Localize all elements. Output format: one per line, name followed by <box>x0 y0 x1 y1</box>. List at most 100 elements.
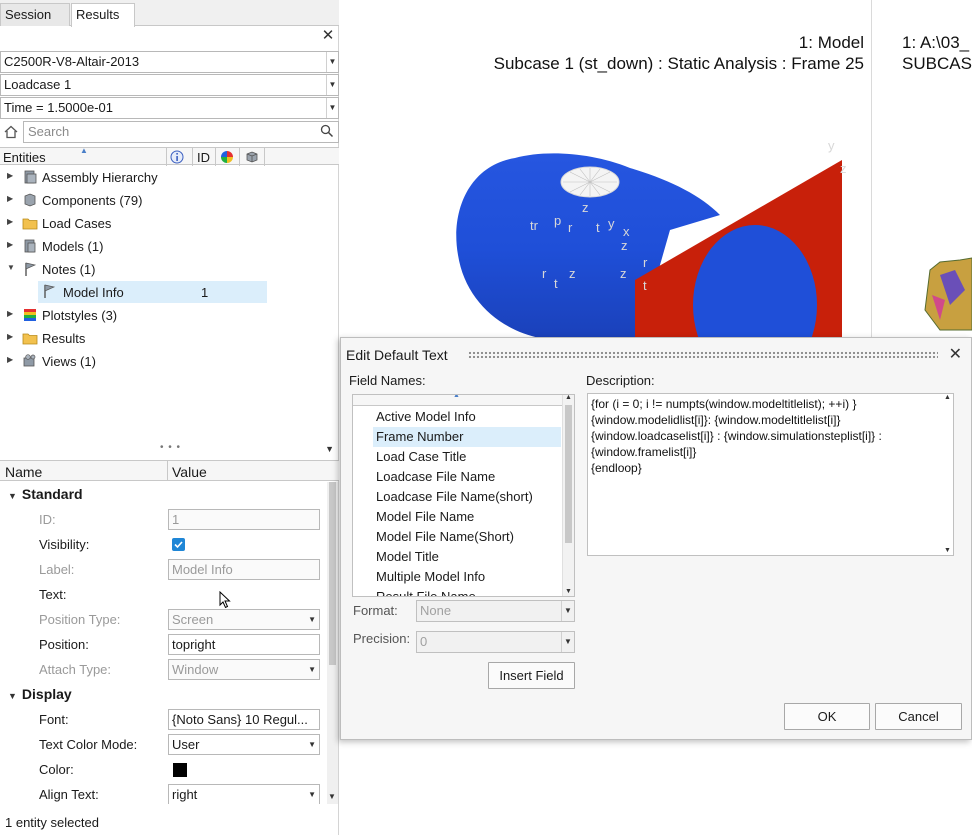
expand-icon[interactable]: ▶ <box>7 240 13 249</box>
list-item[interactable]: Load Case Title <box>375 447 563 467</box>
expand-icon[interactable]: ▶ <box>7 332 13 341</box>
id-column-header[interactable]: ID <box>197 150 210 165</box>
scroll-down-icon[interactable]: ▼ <box>565 588 572 595</box>
chevron-down-icon[interactable]: ▼ <box>326 98 338 118</box>
tree-item-load-cases[interactable]: ▶ Load Cases <box>0 212 339 235</box>
list-item[interactable]: Result File Name <box>375 587 563 596</box>
position-field[interactable]: topright <box>168 634 320 655</box>
property-scrollbar[interactable]: ▼ <box>327 482 338 804</box>
info-icon[interactable] <box>170 150 185 164</box>
list-item-selected[interactable]: Frame Number <box>373 427 561 447</box>
panel-splitter[interactable]: • • • <box>160 442 181 453</box>
tree-item-plotstyles[interactable]: ▶ Plotstyles (3) <box>0 304 339 327</box>
list-item[interactable]: Loadcase File Name(short) <box>375 487 563 507</box>
sort-ascending-icon: ▲ <box>80 146 88 155</box>
tree-item-assembly-hierarchy[interactable]: ▶ Assembly Hierarchy <box>0 166 339 189</box>
prop-position-type: Position Type: Screen ▼ <box>0 607 325 632</box>
collapse-icon[interactable]: ▼ <box>8 691 17 701</box>
triad-label: t <box>596 220 600 235</box>
cancel-button[interactable]: Cancel <box>875 703 962 730</box>
collapse-icon[interactable]: ▼ <box>7 263 15 272</box>
color-swatch[interactable] <box>173 763 187 777</box>
view-camera-icon <box>23 354 36 367</box>
scroll-up-icon[interactable]: ▲ <box>565 395 572 401</box>
column-divider <box>239 148 240 166</box>
assembly-icon <box>24 170 37 184</box>
loadcase-select-value: Loadcase 1 <box>4 77 72 92</box>
dialog-drag-handle[interactable] <box>468 351 938 358</box>
list-scrollbar[interactable]: ▲ ▼ <box>562 395 574 596</box>
tree-item-views[interactable]: ▶ Views (1) <box>0 350 339 373</box>
list-item[interactable]: Model Title <box>375 547 563 567</box>
color-wheel-icon[interactable] <box>220 150 234 164</box>
triad-label: r <box>643 255 648 270</box>
list-item[interactable]: Active Model Info <box>375 407 563 427</box>
section-display[interactable]: ▼ Display <box>0 682 325 707</box>
visibility-checkbox[interactable] <box>172 538 185 551</box>
chevron-down-icon[interactable]: ▼ <box>326 52 338 72</box>
triad-label: y <box>828 138 835 153</box>
scroll-down-icon[interactable]: ▼ <box>944 547 951 554</box>
home-icon[interactable] <box>3 124 19 140</box>
component-icon <box>24 193 36 207</box>
tree-item-label: Assembly Hierarchy <box>42 170 158 185</box>
tab-results[interactable]: Results <box>71 3 135 27</box>
scrollbar-thumb[interactable] <box>565 405 572 543</box>
list-item[interactable]: Loadcase File Name <box>375 467 563 487</box>
triad-label: z <box>620 266 627 281</box>
prop-label: Color: <box>39 762 74 777</box>
close-icon[interactable]: ✕ <box>321 28 335 44</box>
expand-icon[interactable]: ▶ <box>7 171 13 180</box>
tree-item-notes[interactable]: ▼ Notes (1) <box>0 258 339 281</box>
search-icon[interactable] <box>320 124 334 138</box>
expand-icon[interactable]: ▶ <box>7 194 13 203</box>
section-standard[interactable]: ▼ Standard <box>0 482 325 507</box>
close-icon[interactable]: ✕ <box>949 344 962 364</box>
precision-value: 0 <box>420 634 428 649</box>
tree-item-model-info[interactable]: Model Info 1 <box>38 281 267 303</box>
tab-session[interactable]: Session <box>0 3 70 26</box>
cube-icon[interactable] <box>245 150 259 164</box>
time-select[interactable]: Time = 1.5000e-01 ▼ <box>0 97 339 119</box>
description-textarea[interactable]: {for (i = 0; i != numpts(window.modeltit… <box>587 393 954 556</box>
list-item[interactable]: Multiple Model Info <box>375 567 563 587</box>
prop-label: Label: <box>39 562 75 577</box>
loadcase-select[interactable]: Loadcase 1 ▼ <box>0 74 339 96</box>
tree-item-label: Notes (1) <box>42 262 96 277</box>
tree-item-label: Components (79) <box>42 193 143 208</box>
column-divider <box>166 148 167 166</box>
scroll-down-icon[interactable]: ▼ <box>328 792 336 801</box>
expand-icon[interactable]: ▶ <box>7 355 13 364</box>
insert-field-button[interactable]: Insert Field <box>488 662 575 689</box>
collapse-icon[interactable]: ▼ <box>8 491 17 501</box>
expand-icon[interactable]: ▶ <box>7 309 13 318</box>
chevron-down-icon[interactable]: ▼ <box>325 444 334 454</box>
model-select[interactable]: C2500R-V8-Altair-2013 ▼ <box>0 51 339 73</box>
scroll-up-icon[interactable]: ▲ <box>944 394 951 401</box>
chevron-down-icon[interactable]: ▼ <box>308 735 316 754</box>
entities-column-header[interactable]: Entities <box>3 150 46 165</box>
list-item[interactable]: Model File Name(Short) <box>375 527 563 547</box>
prop-label: Position: <box>39 637 89 652</box>
ok-button[interactable]: OK <box>784 703 870 730</box>
chevron-down-icon[interactable]: ▼ <box>308 785 316 804</box>
tree-item-components[interactable]: ▶ Components (79) <box>0 189 339 212</box>
expand-icon[interactable]: ▶ <box>7 217 13 226</box>
time-select-value: Time = 1.5000e-01 <box>4 100 114 115</box>
font-field[interactable]: {Noto Sans} 10 Regul... <box>168 709 320 730</box>
field-names-list[interactable]: ▲ Active Model Info Frame Number Load Ca… <box>352 394 575 597</box>
text-color-mode-select[interactable]: User ▼ <box>168 734 320 755</box>
list-item[interactable]: Model File Name <box>375 507 563 527</box>
folder-icon <box>22 218 38 230</box>
search-input[interactable]: Search <box>23 121 339 143</box>
tree-item-results[interactable]: ▶ Results <box>0 327 339 350</box>
prop-color: Color: <box>0 757 325 782</box>
column-divider <box>264 148 265 166</box>
triad-label: x <box>623 224 630 239</box>
tree-item-id: 1 <box>201 285 209 300</box>
align-text-select[interactable]: right ▼ <box>168 784 320 804</box>
description-scrollbar[interactable]: ▲ ▼ <box>941 394 953 555</box>
chevron-down-icon[interactable]: ▼ <box>326 75 338 95</box>
tree-item-models[interactable]: ▶ Models (1) <box>0 235 339 258</box>
scrollbar-thumb[interactable] <box>329 482 336 665</box>
